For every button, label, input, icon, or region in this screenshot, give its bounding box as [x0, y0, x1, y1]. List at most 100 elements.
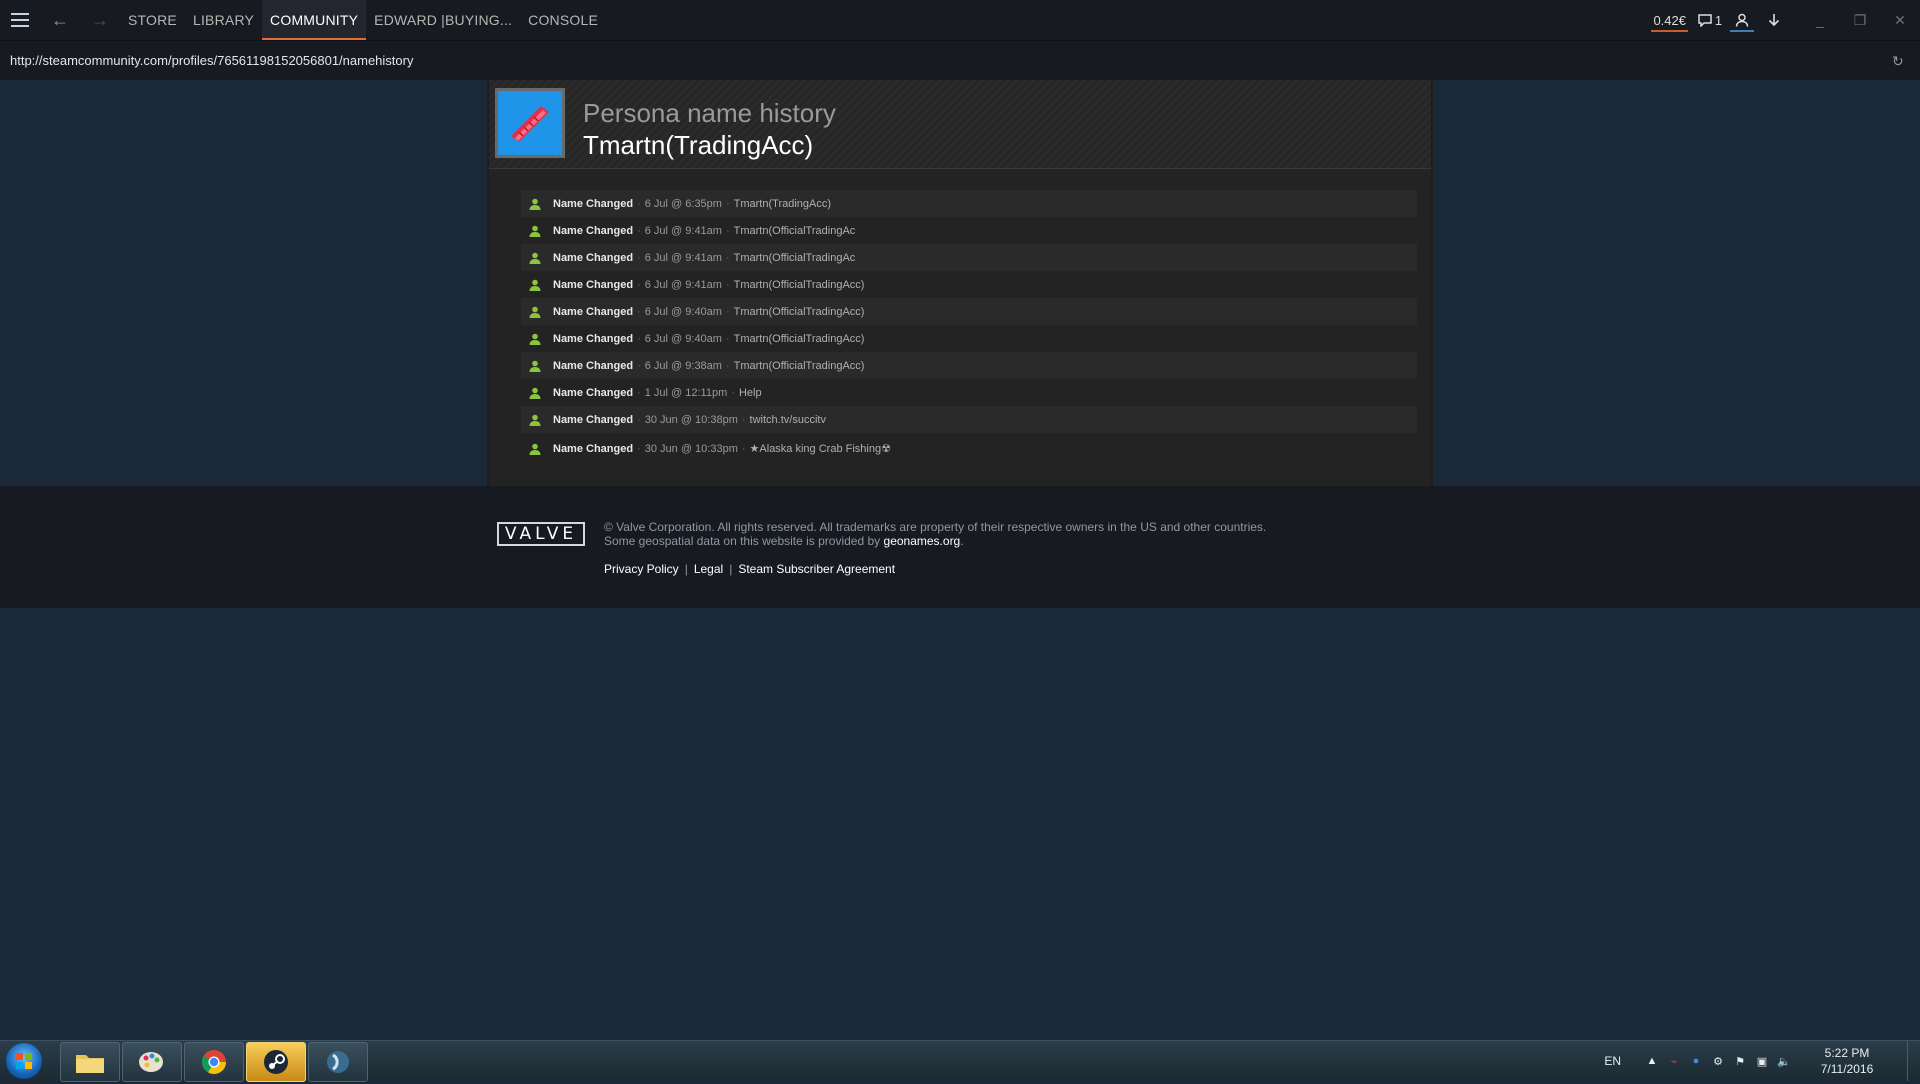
- paint-palette-icon: [139, 1052, 163, 1072]
- list-item: Name Changed · 6 Jul @ 9:40am · Tmartn(Off…: [521, 298, 1417, 325]
- event-name: Help: [738, 386, 762, 399]
- user-icon: [529, 251, 543, 265]
- clock[interactable]: 5:22 PM 7/11/2016: [1803, 1045, 1891, 1077]
- event-label: Name Changed: [553, 359, 634, 372]
- tray-expand-icon[interactable]: ▲: [1641, 1055, 1663, 1067]
- event-label: Name Changed: [553, 386, 634, 399]
- volume-icon[interactable]: 🔈: [1773, 1055, 1795, 1068]
- clock-date: 7/11/2016: [1820, 1062, 1874, 1076]
- taskbar-chrome[interactable]: [184, 1042, 244, 1082]
- list-item: Name Changed · 6 Jul @ 6:35pm · Tmartn(Tra…: [521, 190, 1417, 217]
- download-arrow-icon: [1768, 14, 1780, 27]
- event-name: Tmartn(OfficialTradingAcc): [733, 359, 865, 372]
- notification-count: 1: [1714, 12, 1723, 28]
- event-label: Name Changed: [553, 442, 634, 455]
- persona-name[interactable]: Tmartn(TradingAcc): [583, 130, 813, 161]
- event-time: 30 Jun @ 10:38pm: [644, 413, 738, 426]
- user-icon: [1735, 13, 1749, 27]
- geonames-link[interactable]: geonames.org: [884, 534, 961, 548]
- list-item: Name Changed · 30 Jun @ 10:38pm · twitch.t…: [521, 406, 1417, 433]
- profile-header: Persona name history Tmartn(TradingAcc): [489, 80, 1431, 169]
- language-indicator[interactable]: EN: [1604, 1054, 1621, 1068]
- privacy-policy-link[interactable]: Privacy Policy: [604, 562, 679, 576]
- page-lower-area: [0, 608, 1920, 1040]
- page-title: Persona name history: [583, 98, 836, 128]
- downloads-button[interactable]: [1758, 0, 1790, 40]
- tray-steam-icon[interactable]: ⚙: [1707, 1055, 1729, 1068]
- network-icon[interactable]: ▣: [1751, 1055, 1773, 1068]
- windows-logo-icon: [16, 1053, 32, 1069]
- forward-arrow-icon[interactable]: →: [80, 0, 120, 40]
- geodata-text: Some geospatial data on this website is …: [604, 534, 881, 548]
- geodata-end: .: [960, 534, 964, 548]
- url-text[interactable]: http://steamcommunity.com/profiles/76561…: [0, 53, 413, 68]
- minimize-icon[interactable]: _: [1800, 0, 1840, 40]
- tray-globe-icon[interactable]: ●: [1685, 1055, 1707, 1067]
- tab-console[interactable]: CONSOLE: [520, 0, 606, 40]
- avatar[interactable]: [495, 88, 565, 158]
- chat-icon: [1698, 13, 1712, 27]
- list-item: Name Changed · 1 Jul @ 12:11pm · Help: [521, 379, 1417, 406]
- event-time: 6 Jul @ 9:41am: [644, 224, 722, 237]
- taskbar-steam[interactable]: [246, 1042, 306, 1082]
- event-name: twitch.tv/succitv: [749, 413, 826, 426]
- list-item: Name Changed · 6 Jul @ 9:41am · Tmartn(Off…: [521, 217, 1417, 244]
- taskbar-paint[interactable]: [122, 1042, 182, 1082]
- subscriber-agreement-link[interactable]: Steam Subscriber Agreement: [738, 562, 895, 576]
- app-icon: [327, 1051, 349, 1073]
- list-item: Name Changed · 30 Jun @ 10:33pm · ★Alaska …: [521, 433, 1417, 464]
- event-time: 6 Jul @ 9:40am: [644, 332, 722, 345]
- notifications-button[interactable]: 1: [1694, 0, 1726, 40]
- event-label: Name Changed: [553, 278, 634, 291]
- event-time: 6 Jul @ 9:41am: [644, 251, 722, 264]
- footer-links: Privacy Policy | Legal | Steam Subscriber Ag…: [604, 562, 896, 576]
- list-item: Name Changed · 6 Jul @ 9:41am · Tmartn(Off…: [521, 244, 1417, 271]
- user-icon: [529, 386, 543, 400]
- tab-profile[interactable]: EDWARD |BUYING...: [366, 0, 520, 40]
- event-label: Name Changed: [553, 224, 634, 237]
- close-icon[interactable]: ✕: [1880, 0, 1920, 40]
- chrome-icon: [201, 1050, 226, 1075]
- event-label: Name Changed: [553, 332, 634, 345]
- restore-icon[interactable]: ❐: [1840, 0, 1880, 40]
- event-name: Tmartn(OfficialTradingAcc): [733, 332, 865, 345]
- reload-icon[interactable]: ↻: [1892, 53, 1908, 69]
- footer: VALVE © Valve Corporation. All rights re…: [0, 486, 1920, 608]
- tray-app-icon[interactable]: ⌁: [1663, 1055, 1685, 1068]
- start-button[interactable]: [6, 1043, 42, 1079]
- event-time: 30 Jun @ 10:33pm: [644, 442, 738, 455]
- user-icon: [529, 224, 543, 238]
- tab-community[interactable]: COMMUNITY: [262, 0, 367, 40]
- copyright-text: © Valve Corporation. All rights reserved…: [604, 520, 1266, 548]
- list-item: Name Changed · 6 Jul @ 9:41am · Tmartn(Off…: [521, 271, 1417, 298]
- event-label: Name Changed: [553, 197, 634, 210]
- taskbar-app[interactable]: [308, 1042, 368, 1082]
- user-icon: [529, 305, 543, 319]
- avatar-image: [498, 91, 562, 155]
- event-label: Name Changed: [553, 305, 634, 318]
- event-name: Tmartn(OfficialTradingAcc): [733, 278, 865, 291]
- event-name: Tmartn(OfficialTradingAc: [733, 251, 856, 264]
- tab-library[interactable]: LIBRARY: [185, 0, 262, 40]
- tab-store[interactable]: STORE: [120, 0, 185, 40]
- show-desktop-button[interactable]: [1907, 1041, 1920, 1081]
- friends-button[interactable]: [1726, 0, 1758, 40]
- taskbar-file-explorer[interactable]: [60, 1042, 120, 1082]
- event-time: 6 Jul @ 9:41am: [644, 278, 722, 291]
- user-icon: [529, 278, 543, 292]
- legal-link[interactable]: Legal: [694, 562, 723, 576]
- list-item: Name Changed · 6 Jul @ 9:40am · Tmartn(Off…: [521, 325, 1417, 352]
- event-name: Tmartn(TradingAcc): [733, 197, 832, 210]
- action-center-flag-icon[interactable]: ⚑: [1729, 1055, 1751, 1068]
- event-name: Tmartn(OfficialTradingAcc): [733, 305, 865, 318]
- valve-logo[interactable]: VALVE: [497, 522, 585, 546]
- event-name: ★Alaska king Crab Fishing☢: [749, 443, 891, 455]
- event-time: 6 Jul @ 9:38am: [644, 359, 722, 372]
- wallet-balance[interactable]: 0.42€: [1645, 0, 1694, 40]
- steam-icon: [264, 1050, 288, 1074]
- user-icon: [529, 197, 543, 211]
- back-arrow-icon[interactable]: ←: [40, 0, 80, 40]
- menu-icon[interactable]: [0, 0, 40, 40]
- user-icon: [529, 332, 543, 346]
- name-history-panel: Persona name history Tmartn(TradingAcc) …: [487, 80, 1433, 486]
